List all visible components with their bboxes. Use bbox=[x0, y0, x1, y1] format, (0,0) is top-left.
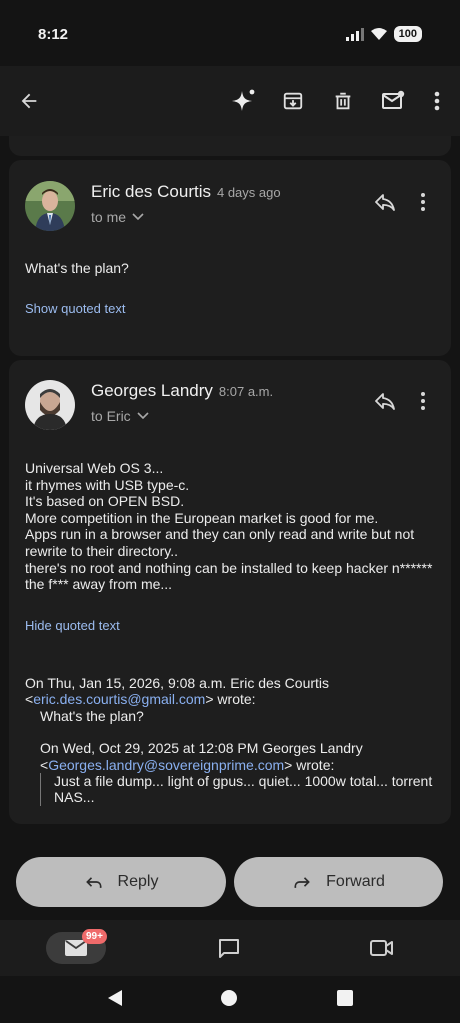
message-card: Georges Landry 8:07 a.m. to Eric Universa… bbox=[9, 360, 451, 824]
sender-line: Eric des Courtis 4 days ago bbox=[91, 182, 281, 202]
message-body: Universal Web OS 3... it rhymes with USB… bbox=[25, 460, 433, 593]
show-quoted-text-link[interactable]: Show quoted text bbox=[25, 301, 125, 316]
chevron-down-icon bbox=[137, 412, 149, 420]
quoted-email-link[interactable]: Georges.landry@sovereignprime.com bbox=[48, 757, 284, 773]
message-time: 4 days ago bbox=[216, 185, 281, 200]
nested-quoted-text: Just a file dump... light of gpus... qui… bbox=[54, 773, 433, 806]
previous-message-card-edge bbox=[9, 136, 451, 156]
quoted-reply-text: What's the plan? bbox=[40, 707, 144, 724]
sparkle-icon[interactable] bbox=[230, 88, 256, 114]
quote-header-suffix: wrote: bbox=[217, 691, 256, 708]
signal-icon bbox=[345, 28, 364, 41]
battery-indicator: 100 bbox=[393, 26, 422, 42]
chevron-down-icon bbox=[132, 213, 144, 221]
nested-quote-header-text: On Wed, Oct 29, 2025 at 12:08 PM Georges… bbox=[40, 740, 363, 757]
delete-icon[interactable] bbox=[330, 88, 356, 114]
wifi-icon bbox=[370, 28, 387, 40]
forward-icon bbox=[294, 877, 311, 888]
chat-icon bbox=[219, 939, 239, 958]
status-icons: 100 bbox=[345, 26, 422, 42]
system-nav-bar bbox=[0, 976, 460, 1023]
nested-quote-header-suffix: wrote: bbox=[296, 756, 335, 773]
message-time: 8:07 a.m. bbox=[218, 384, 274, 399]
recipient-details[interactable]: to me bbox=[91, 209, 144, 225]
hide-quoted-text-link[interactable]: Hide quoted text bbox=[25, 618, 120, 633]
more-vert-icon[interactable] bbox=[424, 88, 450, 114]
sender-name: Eric des Courtis bbox=[91, 182, 211, 201]
recipient-label: to Eric bbox=[91, 408, 131, 424]
video-camera-icon bbox=[370, 940, 393, 956]
recipient-details[interactable]: to Eric bbox=[91, 408, 149, 424]
reply-icon[interactable] bbox=[373, 190, 397, 214]
more-vert-icon[interactable] bbox=[411, 190, 435, 214]
nested-quote-block: Just a file dump... light of gpus... qui… bbox=[40, 773, 445, 806]
nested-quote-header: On Wed, Oct 29, 2025 at 12:08 PM Georges… bbox=[40, 740, 363, 773]
quote-header: On Thu, Jan 15, 2026, 9:08 a.m. Eric des… bbox=[25, 675, 330, 708]
status-time: 8:12 bbox=[38, 26, 69, 43]
reply-icon bbox=[85, 877, 102, 888]
back-arrow-icon[interactable] bbox=[16, 88, 42, 114]
forward-button[interactable]: Forward bbox=[234, 857, 443, 907]
quote-block: What's the plan? On Wed, Oct 29, 2025 at… bbox=[25, 708, 445, 806]
sender-line: Georges Landry 8:07 a.m. bbox=[91, 381, 273, 401]
app-bar bbox=[0, 66, 460, 136]
avatar[interactable] bbox=[25, 380, 75, 430]
quote-header-text: On Thu, Jan 15, 2026, 9:08 a.m. Eric des… bbox=[25, 675, 330, 691]
quoted-email-link[interactable]: eric.des.courtis@gmail.com bbox=[33, 691, 205, 707]
mark-unread-icon[interactable] bbox=[380, 88, 406, 114]
mail-icon bbox=[65, 940, 87, 956]
nav-chat[interactable] bbox=[199, 932, 259, 964]
system-recents-icon[interactable] bbox=[337, 990, 353, 1006]
quoted-text: On Thu, Jan 15, 2026, 9:08 a.m. Eric des… bbox=[25, 675, 445, 806]
reply-button[interactable]: Reply bbox=[16, 857, 226, 907]
unread-badge: 99+ bbox=[82, 929, 107, 944]
forward-label: Forward bbox=[326, 873, 385, 890]
reply-label: Reply bbox=[117, 873, 159, 890]
recipient-label: to me bbox=[91, 209, 127, 225]
message-card: Eric des Courtis 4 days ago to me What's … bbox=[9, 160, 451, 356]
archive-icon[interactable] bbox=[280, 88, 306, 114]
bottom-nav: 99+ bbox=[0, 920, 460, 976]
reply-icon[interactable] bbox=[373, 389, 397, 413]
status-bar: 8:12 100 bbox=[0, 0, 460, 66]
system-back-icon[interactable] bbox=[106, 989, 124, 1007]
system-home-icon[interactable] bbox=[220, 989, 238, 1007]
message-body: What's the plan? bbox=[25, 260, 129, 276]
more-vert-icon[interactable] bbox=[411, 389, 435, 413]
avatar[interactable] bbox=[25, 181, 75, 231]
nav-meet[interactable] bbox=[352, 932, 412, 964]
sender-name: Georges Landry bbox=[91, 381, 213, 400]
